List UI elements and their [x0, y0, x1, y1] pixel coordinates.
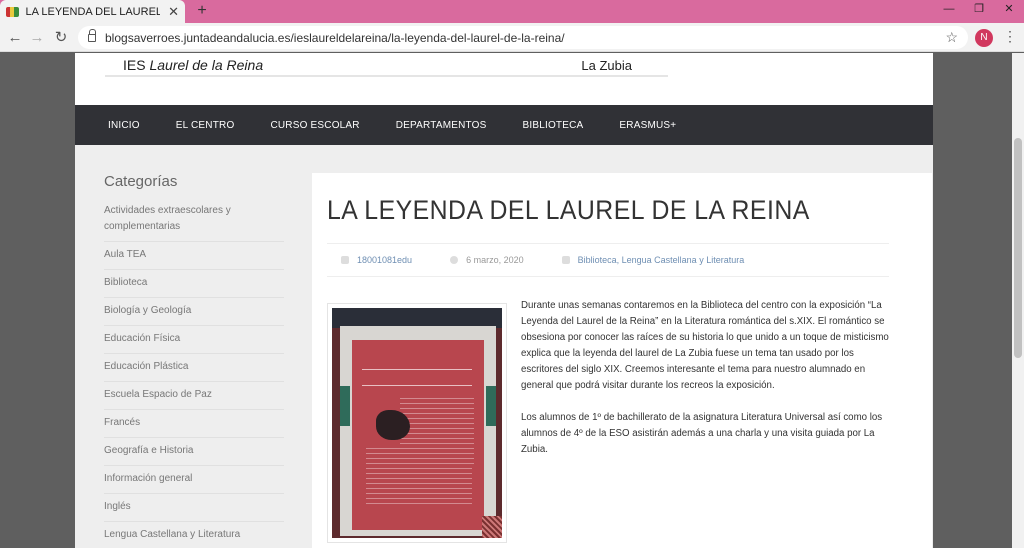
category-link[interactable]: Escuela Espacio de Paz [104, 382, 284, 410]
post-title: LA LEYENDA DEL LAUREL DE LA REINA [327, 195, 810, 225]
window-controls: — ❐ ✕ [934, 0, 1024, 23]
site-banner[interactable]: IES Laurel de la Reina La Zubia [105, 53, 668, 77]
new-tab-button[interactable]: + [193, 2, 211, 20]
minimize-button[interactable]: — [934, 0, 964, 20]
poster-text-block-2 [366, 448, 472, 508]
category-link[interactable]: Inglés [104, 494, 284, 522]
profile-avatar[interactable]: N [975, 29, 993, 47]
user-icon [341, 256, 349, 264]
forward-arrow-icon[interactable]: → [28, 29, 46, 47]
nav-item-biblioteca[interactable]: BIBLIOTECA [523, 120, 584, 131]
browser-toolbar: ← → ↻ blogsaverroes.juntadeandalucia.es/… [0, 23, 1024, 52]
nav-item-curso-escolar[interactable]: CURSO ESCOLAR [270, 120, 359, 131]
poster-border-right [486, 386, 496, 426]
poster [340, 326, 502, 538]
poster-illustration [376, 410, 410, 440]
banner-school-prefix: IES [123, 57, 150, 73]
poster-title-line [362, 350, 472, 370]
photo [332, 308, 502, 538]
category-link[interactable]: Geografía e Historia [104, 438, 284, 466]
back-arrow-icon[interactable]: ← [6, 29, 24, 47]
post-paragraph: Durante unas semanas contaremos en la Bi… [521, 300, 889, 391]
poster-subtitle-line [362, 374, 472, 386]
poster-pattern [482, 516, 502, 538]
category-link[interactable]: Lengua Castellana y Literatura [104, 522, 284, 548]
categories-link[interactable]: Biblioteca, Lengua Castellana y Literatu… [578, 255, 745, 265]
close-window-button[interactable]: ✕ [994, 0, 1024, 20]
main-navigation: INICIO EL CENTRO CURSO ESCOLAR DEPARTAME… [75, 105, 933, 145]
site-favicon-icon [6, 6, 20, 17]
category-link[interactable]: Biblioteca [104, 270, 284, 298]
nav-item-erasmus[interactable]: ERASMUS+ [619, 120, 676, 131]
photo-background [332, 308, 502, 328]
categories-heading: Categorías [104, 173, 178, 190]
post-article: LA LEYENDA DEL LAUREL DE LA REINA 180010… [312, 173, 932, 548]
post-meta: 18001081edu 6 marzo, 2020 Biblioteca, Le… [327, 243, 889, 277]
post-author: 18001081edu [341, 255, 412, 265]
post-date: 6 marzo, 2020 [450, 255, 524, 265]
maximize-button[interactable]: ❐ [964, 0, 994, 20]
reload-icon[interactable]: ↻ [52, 29, 70, 47]
nav-item-inicio[interactable]: INICIO [108, 120, 140, 131]
browser-menu-icon[interactable]: ⋮ [1003, 28, 1017, 45]
poster-panel [352, 340, 484, 530]
category-link[interactable]: Actividades extraescolares y complementa… [104, 198, 284, 242]
lock-icon [88, 28, 96, 42]
site-container: IES Laurel de la Reina La Zubia INICIO E… [75, 53, 933, 548]
exhibition-poster-photo[interactable] [327, 303, 507, 543]
close-tab-icon[interactable]: ✕ [168, 5, 179, 18]
page-viewport: IES Laurel de la Reina La Zubia INICIO E… [0, 53, 1012, 548]
post-body: Durante unas semanas contaremos en la Bi… [521, 298, 891, 474]
date-text: 6 marzo, 2020 [466, 255, 524, 265]
clock-icon [450, 256, 459, 264]
browser-tab[interactable]: LA LEYENDA DEL LAUREL DE LA R ✕ [0, 0, 185, 23]
banner-school-name: IES Laurel de la Reina [123, 57, 263, 73]
bookmark-icon [561, 256, 570, 264]
nav-item-departamentos[interactable]: DEPARTAMENTOS [396, 120, 487, 131]
bookmark-star-icon[interactable]: ☆ [945, 29, 958, 46]
sidebar: Categorías Actividades extraescolares y … [104, 173, 284, 548]
category-link[interactable]: Aula TEA [104, 242, 284, 270]
banner-town: La Zubia [581, 58, 632, 73]
category-link[interactable]: Educación Física [104, 326, 284, 354]
post-paragraph: Los alumnos de 1º de bachillerato de la … [521, 412, 883, 455]
nav-item-el-centro[interactable]: EL CENTRO [176, 120, 235, 131]
scrollbar-thumb[interactable] [1014, 138, 1022, 358]
category-link[interactable]: Francés [104, 410, 284, 438]
page-scrollbar[interactable] [1012, 53, 1024, 548]
site-header: IES Laurel de la Reina La Zubia [75, 53, 933, 105]
author-link[interactable]: 18001081edu [357, 255, 412, 265]
category-link[interactable]: Educación Plástica [104, 354, 284, 382]
category-link[interactable]: Información general [104, 466, 284, 494]
post-categories: Biblioteca, Lengua Castellana y Literatu… [561, 255, 745, 265]
banner-school-name-italic: Laurel de la Reina [149, 57, 264, 73]
address-bar[interactable]: blogsaverroes.juntadeandalucia.es/ieslau… [78, 26, 968, 49]
category-link[interactable]: Biología y Geología [104, 298, 284, 326]
tab-title: LA LEYENDA DEL LAUREL DE LA R [25, 5, 161, 18]
poster-border-left [340, 386, 350, 426]
url-text[interactable]: blogsaverroes.juntadeandalucia.es/ieslau… [105, 31, 945, 45]
browser-titlebar: LA LEYENDA DEL LAUREL DE LA R ✕ + — ❐ ✕ [0, 0, 1024, 23]
